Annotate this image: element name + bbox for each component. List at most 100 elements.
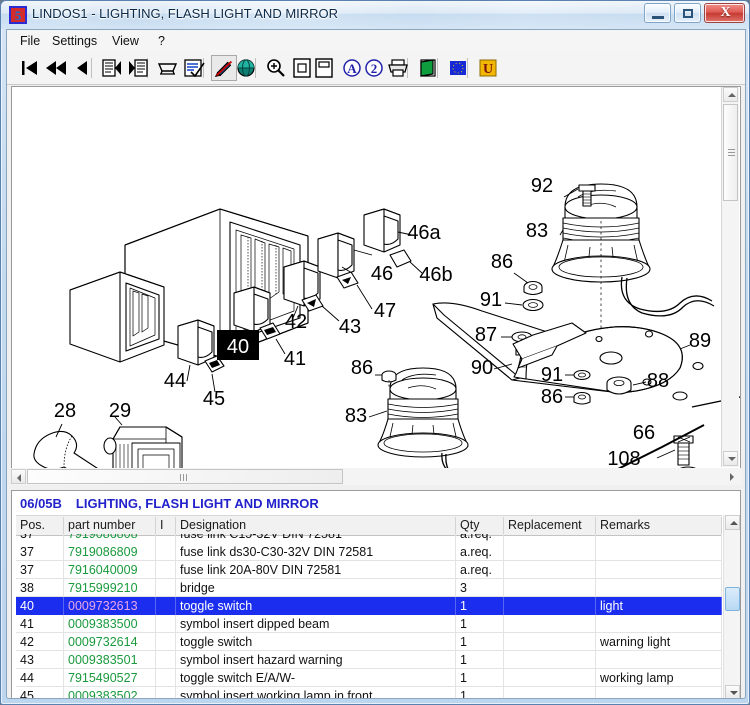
cell-designation: symbol insert hazard warning xyxy=(176,651,456,669)
table-row[interactable]: 42 0009732614 toggle switch 1 warning light xyxy=(16,633,722,651)
cell-i xyxy=(156,651,176,669)
cell-designation: symbol insert working lamp in front xyxy=(176,687,456,698)
application-window: 5 LINDOS1 - LIGHTING, FLASH LIGHT AND MI… xyxy=(0,0,750,705)
first-page-button[interactable] xyxy=(17,55,43,81)
eu-flag-icon xyxy=(450,61,466,75)
menu-view[interactable]: View xyxy=(107,33,144,49)
magnifier-plus-icon xyxy=(267,59,285,77)
table-row[interactable]: 45 0009383502 symbol insert working lamp i… xyxy=(16,687,722,698)
svg-text:U: U xyxy=(483,62,493,77)
page-width-button[interactable] xyxy=(311,55,337,81)
callout-46b: 46b xyxy=(419,264,452,286)
cell-designation: fuse link 20A-80V DIN 72581 xyxy=(176,561,456,579)
notes-button[interactable] xyxy=(415,55,441,81)
cell-designation: bridge xyxy=(176,579,456,597)
table-scroll-thumb[interactable] xyxy=(725,587,740,611)
scroll-thumb[interactable] xyxy=(723,104,738,201)
svg-text:A: A xyxy=(347,61,357,76)
column-header-pos[interactable]: Pos. xyxy=(16,517,64,534)
menu-settings[interactable]: Settings xyxy=(47,33,102,49)
maximize-button[interactable] xyxy=(674,3,701,23)
cell-designation: toggle switch xyxy=(176,633,456,651)
cell-part_number: 7915490527 xyxy=(64,669,156,687)
globe-button[interactable] xyxy=(233,55,259,81)
minimize-button[interactable] xyxy=(644,3,671,23)
callout-90: 90 xyxy=(471,357,493,379)
menu-bar: File Settings View ? xyxy=(7,30,745,53)
callout-108: 108 xyxy=(607,448,640,470)
table-row[interactable]: 37 7919086809 fuse link ds30-C30-32V DIN 7… xyxy=(16,543,722,561)
cell-i xyxy=(156,579,176,597)
scroll-right-button[interactable] xyxy=(725,469,740,484)
table-row[interactable]: 40 0009732613 toggle switch 1 light xyxy=(16,597,722,615)
parts-group-title: 06/05B LIGHTING, FLASH LIGHT AND MIRROR xyxy=(20,496,319,511)
scroll-up-button[interactable] xyxy=(723,87,738,102)
zoom-button[interactable] xyxy=(263,55,289,81)
shopping-cart-button[interactable] xyxy=(155,55,181,81)
print-button[interactable] xyxy=(385,55,411,81)
cell-replacement xyxy=(504,597,596,615)
cell-designation: fuse link C15-32V DIN 72581 xyxy=(176,534,456,543)
column-header-replacement[interactable]: Replacement xyxy=(504,517,596,534)
table-row[interactable]: 37 7916040009 fuse link 20A-80V DIN 72581 a… xyxy=(16,561,722,579)
parts-group-code: 06/05B xyxy=(20,496,62,511)
table-row[interactable]: 37 7919086808 fuse link C15-32V DIN 72581 a… xyxy=(16,534,722,543)
cell-designation: toggle switch xyxy=(176,597,456,615)
u-button[interactable]: U xyxy=(475,55,501,81)
callout-46a: 46a xyxy=(407,222,441,244)
table-row[interactable]: 38 7915999210 bridge 3 xyxy=(16,579,722,597)
close-button[interactable]: X xyxy=(704,3,745,23)
callout-66: 66 xyxy=(633,422,655,444)
cell-pos: 43 xyxy=(16,651,64,669)
column-header-i[interactable]: I xyxy=(156,517,176,534)
cell-i xyxy=(156,561,176,579)
play-back-icon xyxy=(77,61,87,75)
scroll-left-button[interactable] xyxy=(11,469,26,484)
callout-40-highlighted: 40 xyxy=(217,330,259,360)
close-icon: X xyxy=(720,5,731,20)
cell-part_number: 0009732613 xyxy=(64,597,156,615)
cell-pos: 38 xyxy=(16,579,64,597)
eu-flag-button[interactable] xyxy=(445,55,471,81)
parts-table-scrollbar[interactable] xyxy=(723,515,740,698)
cell-i xyxy=(156,687,176,698)
column-header-remarks[interactable]: Remarks xyxy=(596,517,722,534)
scroll-down-button[interactable] xyxy=(723,451,738,466)
title-bar[interactable]: 5 LINDOS1 - LIGHTING, FLASH LIGHT AND MI… xyxy=(1,1,749,29)
parts-table-body[interactable]: 37 7919086808 fuse link C15-32V DIN 72581 a… xyxy=(16,534,722,698)
annotate-2-button[interactable]: 2 xyxy=(361,55,387,81)
column-header-designation[interactable]: Designation xyxy=(176,517,456,534)
back-several-button[interactable] xyxy=(43,55,69,81)
column-header-part-number[interactable]: part number xyxy=(64,517,156,534)
cell-qty: 1 xyxy=(456,651,504,669)
window-title: LINDOS1 - LIGHTING, FLASH LIGHT AND MIRR… xyxy=(32,6,339,21)
cell-designation: symbol insert dipped beam xyxy=(176,615,456,633)
first-document-button[interactable] xyxy=(99,55,125,81)
document-end-icon xyxy=(129,59,148,77)
order-list-button[interactable] xyxy=(181,55,207,81)
cell-qty: a.req. xyxy=(456,543,504,561)
green-notepad-icon xyxy=(420,59,436,77)
diagram-viewer[interactable]: 92 83 46a 46 46b 86 91 47 42 43 87 89 41… xyxy=(11,86,741,484)
cell-replacement xyxy=(504,651,596,669)
menu-help[interactable]: ? xyxy=(153,33,170,49)
cell-replacement xyxy=(504,687,596,698)
table-row[interactable]: 43 0009383501 symbol insert hazard warning… xyxy=(16,651,722,669)
cell-part_number: 7919086809 xyxy=(64,543,156,561)
previous-page-button[interactable] xyxy=(69,55,95,81)
column-header-qty[interactable]: Qty xyxy=(456,517,504,534)
diagram-horizontal-scrollbar[interactable] xyxy=(11,468,741,485)
diagram-vertical-scrollbar[interactable] xyxy=(721,87,739,467)
cell-replacement xyxy=(504,579,596,597)
table-scroll-up-button[interactable] xyxy=(725,515,740,530)
table-row[interactable]: 44 7915490527 toggle switch E/A/W- 1 working… xyxy=(16,669,722,687)
scroll-thumb-horizontal[interactable] xyxy=(27,469,343,484)
menu-file[interactable]: File xyxy=(15,33,45,49)
cart-icon xyxy=(157,63,178,75)
table-scroll-down-button[interactable] xyxy=(725,685,740,698)
cell-remarks xyxy=(596,615,722,633)
next-document-button[interactable] xyxy=(125,55,151,81)
table-row[interactable]: 41 0009383500 symbol insert dipped beam 1 xyxy=(16,615,722,633)
cell-part_number: 0009383502 xyxy=(64,687,156,698)
callout-86-a: 86 xyxy=(491,251,513,273)
